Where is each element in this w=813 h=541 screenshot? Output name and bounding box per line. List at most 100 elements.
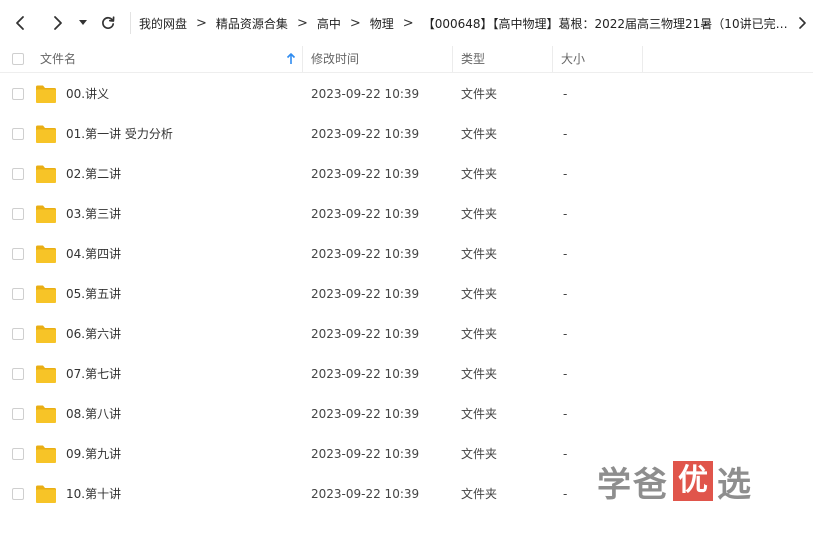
modified-time: 2023-09-22 10:39 [311,327,420,341]
refresh-button[interactable] [96,11,120,35]
file-name[interactable]: 09.第九讲 [66,434,121,474]
forward-button[interactable] [46,11,70,35]
file-size: - [563,127,568,141]
file-type: 文件夹 [461,447,498,461]
refresh-icon [102,16,115,30]
table-row[interactable]: 01.第一讲 受力分析 2023-09-22 10:39 文件夹 - [0,114,813,154]
row-checkbox[interactable] [12,168,24,180]
modified-time: 2023-09-22 10:39 [311,207,420,221]
row-checkbox[interactable] [12,288,24,300]
folder-icon [36,165,56,183]
folder-icon [36,405,56,423]
table-row[interactable]: 06.第六讲 2023-09-22 10:39 文件夹 - [0,314,813,354]
breadcrumb-separator: > [296,15,308,31]
toolbar: 我的网盘 > 精品资源合集 > 高中 > 物理 > 【000648】【高中物理】… [0,0,813,46]
folder-icon [36,245,56,263]
column-header-modified-time[interactable]: 修改时间 [311,46,359,72]
file-size: - [563,447,568,461]
file-list: 00.讲义 2023-09-22 10:39 文件夹 - 01.第一讲 受力分析 2023… [0,74,813,514]
folder-icon [36,365,56,383]
file-name[interactable]: 04.第四讲 [66,234,121,274]
row-checkbox[interactable] [12,328,24,340]
folder-icon [36,485,56,503]
folder-icon [36,445,56,463]
folder-icon [36,125,56,143]
table-row[interactable]: 00.讲义 2023-09-22 10:39 文件夹 - [0,74,813,114]
table-row[interactable]: 05.第五讲 2023-09-22 10:39 文件夹 - [0,274,813,314]
breadcrumb-item-collection[interactable]: 精品资源合集 [216,15,288,32]
column-header-name[interactable]: 文件名 [40,46,298,72]
file-size: - [563,327,568,341]
row-checkbox[interactable] [12,88,24,100]
modified-time: 2023-09-22 10:39 [311,447,420,461]
modified-time: 2023-09-22 10:39 [311,167,420,181]
select-all-checkbox[interactable] [12,53,24,65]
file-type: 文件夹 [461,327,498,341]
breadcrumb-item-my-drive[interactable]: 我的网盘 [139,15,187,32]
breadcrumb-item-current-folder[interactable]: 【000648】【高中物理】葛根：2022届高三物理21暑（10讲已完结）智..… [423,15,793,32]
breadcrumb-more-button[interactable] [793,17,811,29]
folder-icon [36,285,56,303]
row-checkbox[interactable] [12,448,24,460]
row-checkbox[interactable] [12,128,24,140]
table-row[interactable]: 04.第四讲 2023-09-22 10:39 文件夹 - [0,234,813,274]
sort-ascending-icon[interactable] [286,53,296,65]
row-checkbox[interactable] [12,408,24,420]
breadcrumb-item-physics[interactable]: 物理 [370,15,394,32]
row-checkbox[interactable] [12,248,24,260]
column-divider[interactable] [552,46,553,72]
row-checkbox[interactable] [12,488,24,500]
file-type: 文件夹 [461,127,498,141]
column-divider[interactable] [452,46,453,72]
column-divider[interactable] [302,46,303,72]
folder-icon [36,85,56,103]
column-divider[interactable] [642,46,643,72]
row-checkbox[interactable] [12,208,24,220]
table-row[interactable]: 03.第三讲 2023-09-22 10:39 文件夹 - [0,194,813,234]
file-size: - [563,87,568,101]
table-row[interactable]: 08.第八讲 2023-09-22 10:39 文件夹 - [0,394,813,434]
file-type: 文件夹 [461,407,498,421]
table-row[interactable]: 07.第七讲 2023-09-22 10:39 文件夹 - [0,354,813,394]
file-type: 文件夹 [461,287,498,301]
file-name[interactable]: 02.第二讲 [66,154,121,194]
checkbox-box [12,53,24,65]
chevron-right-icon [798,17,806,29]
file-name[interactable]: 07.第七讲 [66,354,121,394]
modified-time: 2023-09-22 10:39 [311,247,420,261]
file-type: 文件夹 [461,487,498,501]
table-row[interactable]: 02.第二讲 2023-09-22 10:39 文件夹 - [0,154,813,194]
row-checkbox[interactable] [12,368,24,380]
chevron-right-icon [54,16,62,30]
back-button[interactable] [8,11,32,35]
breadcrumb-item-highschool[interactable]: 高中 [317,15,341,32]
watermark-char: 学 [597,464,633,505]
breadcrumb-separator: > [402,15,414,31]
watermark-logo: 学 爸 优 选 [597,458,753,505]
breadcrumb-separator: > [196,15,207,31]
modified-time: 2023-09-22 10:39 [311,367,420,381]
history-dropdown-button[interactable] [76,11,90,35]
watermark-char: 爸 [633,464,669,505]
file-type: 文件夹 [461,207,498,221]
file-name[interactable]: 06.第六讲 [66,314,121,354]
file-type: 文件夹 [461,167,498,181]
column-header-type[interactable]: 类型 [461,46,485,72]
watermark-char: 选 [717,464,753,505]
file-name[interactable]: 01.第一讲 受力分析 [66,114,173,154]
modified-time: 2023-09-22 10:39 [311,487,420,501]
caret-down-icon [79,20,87,25]
column-header-size[interactable]: 大小 [561,46,585,72]
file-name[interactable]: 03.第三讲 [66,194,121,234]
folder-icon [36,325,56,343]
column-header: 文件名 修改时间 类型 大小 [0,46,813,73]
file-type: 文件夹 [461,87,498,101]
file-name[interactable]: 08.第八讲 [66,394,121,434]
file-name[interactable]: 00.讲义 [66,74,109,114]
file-name[interactable]: 10.第十讲 [66,474,121,514]
modified-time: 2023-09-22 10:39 [311,287,420,301]
toolbar-divider [130,12,131,34]
file-size: - [563,207,568,221]
folder-icon [36,205,56,223]
file-name[interactable]: 05.第五讲 [66,274,121,314]
